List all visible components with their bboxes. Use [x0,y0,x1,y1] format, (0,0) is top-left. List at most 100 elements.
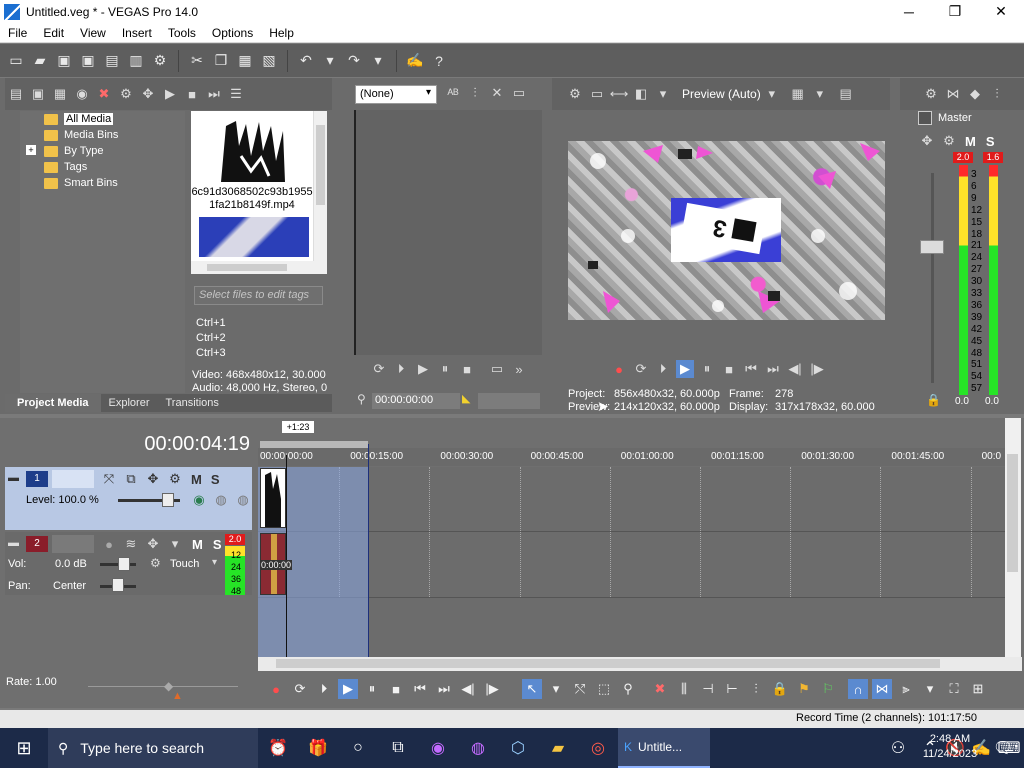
chevron-down-icon[interactable]: ▾ [920,679,940,699]
track1-name-field[interactable] [52,470,94,488]
overlays-icon[interactable]: ▦ [789,85,807,103]
menu-tools[interactable]: Tools [160,26,204,40]
mixer-icon[interactable]: ⫶ [988,85,1006,103]
trim-icon[interactable]: ⫼ [674,679,694,699]
file-explorer-icon[interactable]: ▰ [538,728,578,768]
cut-icon[interactable]: ✂ [188,52,206,70]
delete-icon[interactable]: ✕ [488,84,506,102]
menu-options[interactable]: Options [204,26,261,40]
auto-crossfade-icon[interactable]: ⋈ [872,679,892,699]
scroll-thumb[interactable] [316,125,325,205]
open-folder-icon[interactable]: ▰ [31,52,49,70]
track2-mute[interactable]: M [192,537,203,552]
app-icon-purple[interactable]: ◉ [418,728,458,768]
save-as-icon[interactable]: ▣ [79,52,97,70]
prev-frame-icon[interactable]: ◀| [786,360,804,378]
save-icon[interactable]: ▣ [55,52,73,70]
downmix-icon[interactable]: ⋈ [944,85,962,103]
external-monitor-icon[interactable]: ▭ [588,85,606,103]
undo-dropdown-icon[interactable]: ▾ [321,52,339,70]
views-icon[interactable]: ☰ [227,85,245,103]
render-icon[interactable]: ▤ [103,52,121,70]
play-icon[interactable]: ▶ [338,679,358,699]
go-to-end-icon[interactable]: ⏭ [764,360,782,378]
taskbar-search[interactable]: ⚲ Type here to search [48,728,258,768]
automation-gear-icon[interactable]: ⚙ [150,556,161,570]
properties-icon[interactable]: ▥ [127,52,145,70]
alarm-clock-icon[interactable]: ⏰ [258,728,298,768]
chevron-down-icon[interactable]: ▾ [546,679,566,699]
tab-project-media[interactable]: Project Media [5,394,101,412]
cube-app-icon[interactable]: ⬡ [498,728,538,768]
tab-transitions[interactable]: Transitions [158,397,227,409]
track-fx-icon[interactable]: ⚙ [166,470,184,488]
go-to-end-icon[interactable]: ⏭ [434,679,454,699]
tree-item-tags[interactable]: Tags [44,159,87,175]
master-fader-handle[interactable] [920,240,944,254]
next-frame-icon[interactable]: |▶ [808,360,826,378]
zoom-tool-icon[interactable]: ⚲ [618,679,638,699]
master-solo-button[interactable]: S [986,134,995,149]
stop-icon[interactable]: ■ [386,679,406,699]
web-icon[interactable]: ◉ [73,85,91,103]
help-icon[interactable]: ? [430,52,448,70]
delete-icon[interactable]: ✖ [650,679,670,699]
minimize-button[interactable]: ─ [886,0,932,23]
selection-tool-icon[interactable]: ⬚ [594,679,614,699]
loop-icon[interactable]: ⟳ [632,360,650,378]
tree-item-smart-bins[interactable]: Smart Bins [44,175,118,191]
stop-icon[interactable]: ■ [720,360,738,378]
auto-preview-icon[interactable]: ✥ [139,85,157,103]
remove-media-icon[interactable]: ✖ [95,85,113,103]
parent-mode-icon[interactable]: ◍ [212,491,230,509]
lock-envelopes-icon[interactable]: ⊞ [968,679,988,699]
next-icon[interactable]: ⏭ [205,85,223,103]
trim-end-icon[interactable]: ⊢ [722,679,742,699]
undo-icon[interactable]: ↶ [297,52,315,70]
split-screen-icon[interactable]: ⟷ [610,85,629,103]
delete-icon[interactable]: ▧ [260,52,278,70]
lock-icon[interactable]: 🔒 [770,679,790,699]
child-mode-icon[interactable]: ◍ [234,491,252,509]
scroll-thumb[interactable] [1007,454,1018,572]
play-icon[interactable]: ▶ [676,360,694,378]
menu-file[interactable]: File [0,26,35,40]
trim-start-icon[interactable]: ⊣ [698,679,718,699]
arm-record-icon[interactable]: ● [100,535,118,553]
automation-mode[interactable]: Touch [170,558,199,570]
trimmer-options-icon[interactable]: ▭ [510,84,528,102]
track-motion-icon[interactable]: ⤧ [100,470,118,488]
timeline-tracks-area[interactable] [258,467,1005,657]
notifications-icon[interactable]: 🗨 [988,728,1018,768]
split-view-icon[interactable]: ◧ [632,85,650,103]
people-icon[interactable]: ⚇ [878,728,918,768]
track2-solo[interactable]: S [213,537,222,552]
dim-icon[interactable]: ◆ [966,85,984,103]
track-fx-icon[interactable]: ✥ [144,535,162,553]
new-project-icon[interactable]: ▭ [7,52,25,70]
scroll-thumb[interactable] [276,659,940,668]
master-checkbox[interactable] [918,111,932,125]
envelope-tool-icon[interactable]: ⤲ [570,679,590,699]
add-to-timeline-icon[interactable]: ▭ [488,360,506,378]
menu-view[interactable]: View [72,26,114,40]
copy-snapshot-icon[interactable]: ▤ [837,85,855,103]
cut-tool-icon[interactable]: ⫶ [466,84,484,102]
move-icon[interactable]: ✥ [918,132,936,150]
forward-icon[interactable]: » [510,360,528,378]
menu-help[interactable]: Help [261,26,302,40]
pan-slider-handle[interactable] [112,578,124,592]
audio-event-clip[interactable]: 0:00:00 [260,533,293,595]
invert-phase-icon[interactable]: ≋ [122,535,140,553]
spellcheck-icon[interactable]: ᴬᴮ [444,84,462,102]
get-media-icon[interactable]: ▦ [51,85,69,103]
menu-edit[interactable]: Edit [35,26,72,40]
master-fx-icon[interactable]: ⚙ [922,85,940,103]
loop-icon[interactable]: ⟳ [370,360,388,378]
record-icon[interactable]: ● [266,679,286,699]
pause-icon[interactable]: ⏸ [698,360,716,378]
loop-icon[interactable]: ⟳ [290,679,310,699]
pause-icon[interactable]: ⏸ [362,679,382,699]
prev-frame-icon[interactable]: ◀| [458,679,478,699]
app-icon-purple-2[interactable]: ◍ [458,728,498,768]
